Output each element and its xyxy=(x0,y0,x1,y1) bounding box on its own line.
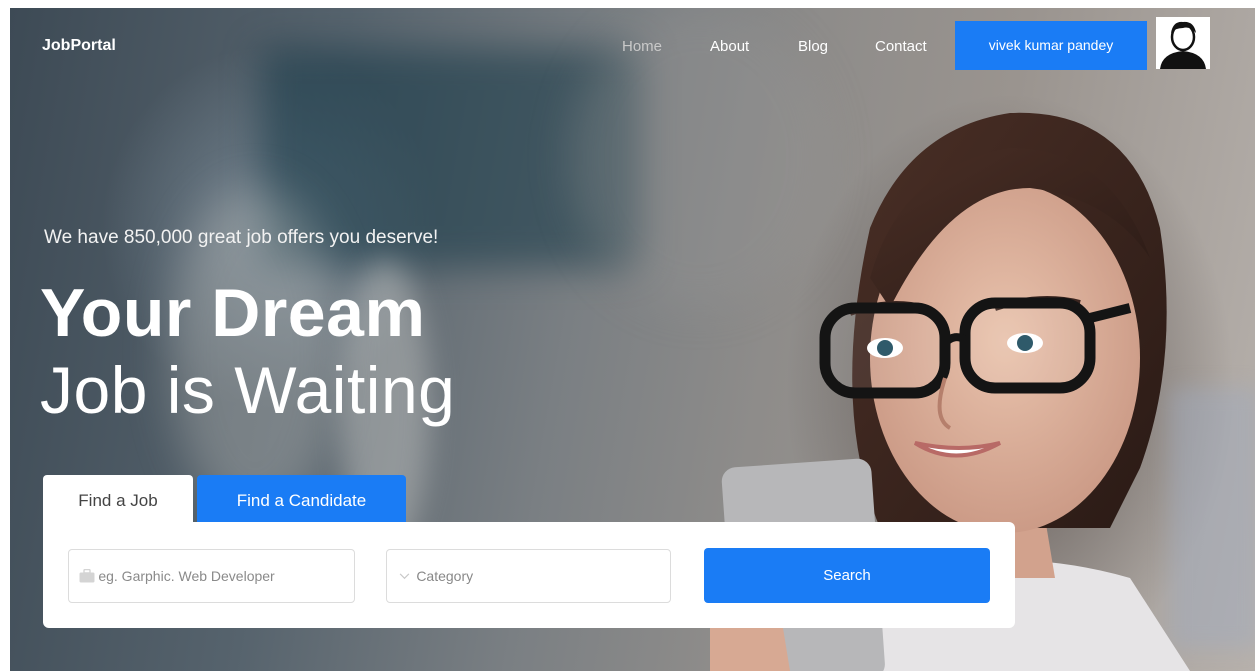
keyword-field[interactable] xyxy=(68,549,355,603)
tab-find-job[interactable]: Find a Job xyxy=(43,475,193,525)
nav-blog[interactable]: Blog xyxy=(798,38,828,55)
nav-contact[interactable]: Contact xyxy=(875,38,927,55)
user-account-button[interactable]: vivek kumar pandey xyxy=(955,21,1147,70)
category-select-label: Category xyxy=(416,568,474,584)
search-button[interactable]: Search xyxy=(704,548,990,603)
nav-about[interactable]: About xyxy=(710,38,749,55)
hero-headline-light: Job is Waiting xyxy=(40,353,456,427)
hero-section: JobPortal Home About Blog Contact vivek … xyxy=(10,8,1255,671)
tab-find-candidate[interactable]: Find a Candidate xyxy=(197,475,406,525)
hero-headline-bold: Your Dream xyxy=(40,275,426,351)
chevron-down-icon xyxy=(393,572,416,580)
category-select[interactable]: Category xyxy=(386,549,671,603)
brand-logo[interactable]: JobPortal xyxy=(42,37,116,55)
search-panel: Category Search xyxy=(43,522,1015,628)
briefcase-icon xyxy=(75,569,98,583)
keyword-input[interactable] xyxy=(98,568,354,584)
hero-tagline: We have 850,000 great job offers you des… xyxy=(44,227,439,248)
user-avatar-icon[interactable] xyxy=(1156,17,1210,69)
nav-home[interactable]: Home xyxy=(622,38,662,55)
